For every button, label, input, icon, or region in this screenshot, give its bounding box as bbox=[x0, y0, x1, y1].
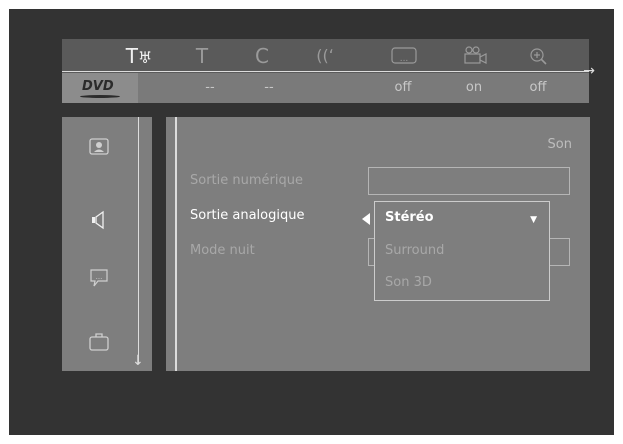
panel-divider bbox=[175, 117, 177, 371]
scroll-track bbox=[138, 117, 139, 363]
panel-title: Son bbox=[547, 137, 572, 152]
svg-text:...: ... bbox=[96, 273, 103, 281]
option-stereo[interactable]: Stéréo bbox=[385, 210, 434, 225]
status-title: -- bbox=[205, 80, 215, 95]
svg-text:...: ... bbox=[400, 54, 409, 64]
row-label-digital-output[interactable]: Sortie numérique bbox=[190, 173, 303, 188]
tools-icon[interactable]: T♅ bbox=[124, 45, 154, 69]
briefcase-icon[interactable] bbox=[87, 330, 111, 352]
speaker-icon[interactable] bbox=[87, 209, 111, 231]
sidebar: ... ↓ bbox=[62, 117, 152, 371]
status-subtitle: off bbox=[394, 80, 412, 95]
menu-underline bbox=[62, 71, 589, 72]
row-label-analog-output[interactable]: Sortie analogique bbox=[190, 208, 304, 223]
zoom-icon[interactable] bbox=[525, 45, 555, 71]
chevron-down-icon[interactable]: ▼ bbox=[530, 215, 537, 225]
speech-bubble-icon[interactable]: ... bbox=[87, 267, 111, 289]
top-menu-bar: T♅ T C ((ʻ ... → bbox=[62, 39, 595, 78]
status-chapter: -- bbox=[264, 80, 274, 95]
title-icon[interactable]: T bbox=[187, 45, 217, 67]
option-surround[interactable]: Surround bbox=[385, 243, 444, 258]
option-son-3d[interactable]: Son 3D bbox=[385, 275, 432, 290]
selection-pointer-icon bbox=[362, 213, 370, 225]
osd-screen: T♅ T C ((ʻ ... → DVD -- -- off on off ..… bbox=[9, 9, 614, 435]
analog-output-dropdown[interactable]: Stéréo ▼ Surround Son 3D bbox=[374, 201, 550, 301]
dvd-logo: DVD bbox=[62, 73, 138, 103]
settings-panel: Son Sortie numérique Sortie analogique M… bbox=[166, 117, 590, 371]
down-arrow-icon[interactable]: ↓ bbox=[132, 353, 144, 369]
status-zoom: off bbox=[529, 80, 547, 95]
status-bar: DVD -- -- off on off bbox=[62, 73, 589, 103]
angle-icon[interactable] bbox=[460, 45, 490, 71]
subtitle-icon[interactable]: ... bbox=[389, 45, 419, 71]
status-angle: on bbox=[465, 80, 483, 95]
dvd-logo-text: DVD bbox=[82, 79, 114, 94]
digital-output-field[interactable] bbox=[368, 167, 570, 195]
picture-icon[interactable] bbox=[87, 137, 111, 159]
row-label-night-mode[interactable]: Mode nuit bbox=[190, 243, 255, 258]
audio-icon[interactable]: ((ʻ bbox=[310, 45, 340, 67]
chapter-icon[interactable]: C bbox=[247, 45, 277, 67]
